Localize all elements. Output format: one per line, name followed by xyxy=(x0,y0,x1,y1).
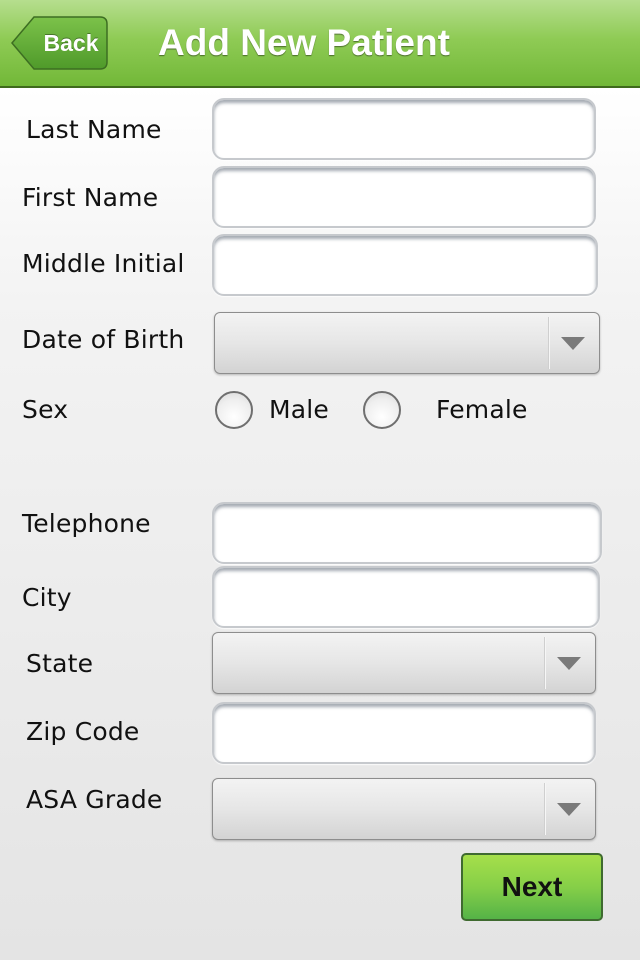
radio-female-label: Female xyxy=(436,395,528,424)
first-name-label: First Name xyxy=(22,183,159,212)
zip-code-label: Zip Code xyxy=(26,717,140,746)
date-of-birth-label: Date of Birth xyxy=(22,325,185,354)
chevron-down-icon xyxy=(557,657,581,670)
asa-grade-label: ASA Grade xyxy=(26,785,163,814)
city-input[interactable] xyxy=(212,566,600,628)
dropdown-separator xyxy=(544,783,545,835)
back-button[interactable]: Back xyxy=(10,15,108,71)
middle-initial-label: Middle Initial xyxy=(22,249,185,278)
last-name-label: Last Name xyxy=(26,115,162,144)
state-dropdown[interactable] xyxy=(212,632,596,694)
next-button[interactable]: Next xyxy=(461,853,603,921)
telephone-label: Telephone xyxy=(22,509,151,538)
back-label: Back xyxy=(43,30,99,56)
last-name-input[interactable] xyxy=(212,98,596,160)
sex-label: Sex xyxy=(22,395,69,424)
city-label: City xyxy=(22,583,72,612)
radio-male-label: Male xyxy=(269,395,330,424)
date-of-birth-dropdown[interactable] xyxy=(214,312,600,374)
first-name-input[interactable] xyxy=(212,166,596,228)
telephone-input[interactable] xyxy=(212,502,602,564)
page-title: Add New Patient xyxy=(158,22,450,63)
navigation-bar: Back Add New Patient xyxy=(0,0,640,88)
state-label: State xyxy=(26,649,94,678)
chevron-down-icon xyxy=(557,803,581,816)
dropdown-separator xyxy=(548,317,549,369)
middle-initial-input[interactable] xyxy=(212,234,598,296)
dropdown-separator xyxy=(544,637,545,689)
radio-female[interactable] xyxy=(363,391,401,429)
asa-grade-dropdown[interactable] xyxy=(212,778,596,840)
zip-code-input[interactable] xyxy=(212,702,596,764)
radio-male[interactable] xyxy=(215,391,253,429)
chevron-down-icon xyxy=(561,337,585,350)
